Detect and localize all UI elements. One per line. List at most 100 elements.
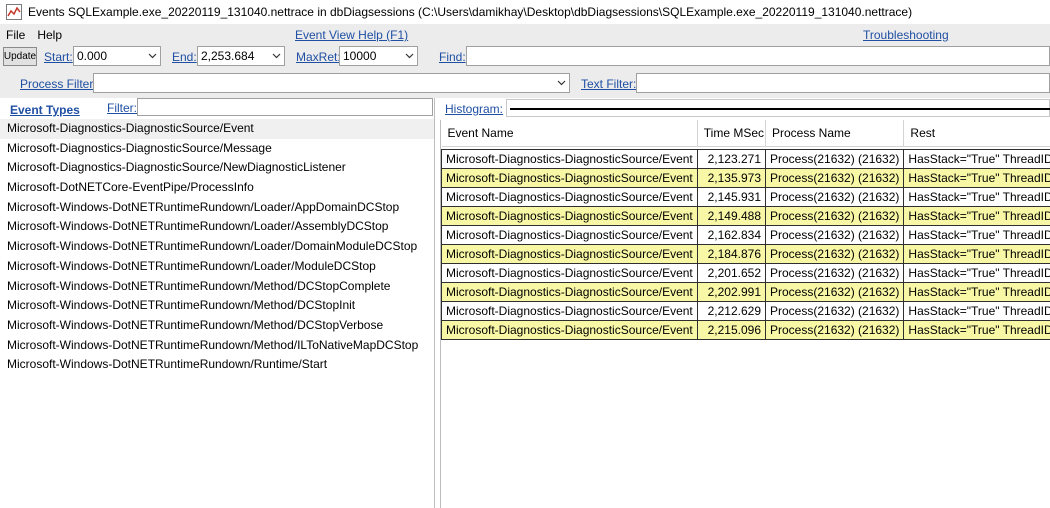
events-grid: Event Name Time MSec Process Name Rest M… bbox=[440, 120, 1050, 508]
cell-time-msec: 2,202.991 bbox=[696, 282, 767, 302]
column-header-time-msec[interactable]: Time MSec bbox=[697, 120, 767, 147]
cell-rest: HasStack="True" ThreadID="2 bbox=[903, 187, 1050, 207]
menu-file[interactable]: File bbox=[0, 26, 31, 44]
list-item[interactable]: Microsoft-Windows-DotNETRuntimeRundown/R… bbox=[0, 355, 434, 375]
event-view-help-link[interactable]: Event View Help (F1) bbox=[295, 28, 408, 42]
list-item[interactable]: Microsoft-Windows-DotNETRuntimeRundown/M… bbox=[0, 316, 434, 336]
cell-rest: HasStack="True" ThreadID="2 bbox=[903, 263, 1050, 283]
find-input[interactable] bbox=[466, 46, 1050, 66]
cell-rest: HasStack="True" ThreadID="2 bbox=[903, 149, 1050, 169]
text-filter-label[interactable]: Text Filter: bbox=[581, 77, 636, 91]
cell-rest: HasStack="True" ThreadID="2 bbox=[903, 320, 1050, 340]
cell-event-name: Microsoft-Diagnostics-DiagnosticSource/E… bbox=[441, 301, 698, 321]
cell-process-name: Process(21632) (21632) bbox=[764, 282, 905, 302]
cell-time-msec: 2,184.876 bbox=[696, 244, 767, 264]
column-header-event-name[interactable]: Event Name bbox=[441, 120, 698, 147]
window-title: Events SQLExample.exe_20220119_131040.ne… bbox=[28, 5, 913, 19]
update-button[interactable]: Update bbox=[3, 47, 37, 66]
list-item[interactable]: Microsoft-Windows-DotNETRuntimeRundown/L… bbox=[0, 217, 434, 237]
event-types-filter-input[interactable] bbox=[137, 98, 433, 116]
start-label[interactable]: Start: bbox=[44, 50, 73, 64]
cell-event-name: Microsoft-Diagnostics-DiagnosticSource/E… bbox=[441, 263, 698, 283]
histogram-label[interactable]: Histogram: bbox=[445, 102, 503, 116]
list-item[interactable]: Microsoft-Windows-DotNETRuntimeRundown/L… bbox=[0, 237, 434, 257]
list-item[interactable]: Microsoft-Windows-DotNETRuntimeRundown/M… bbox=[0, 296, 434, 316]
maxret-combo[interactable]: 10000 bbox=[339, 46, 418, 66]
cell-rest: HasStack="True" ThreadID="2 bbox=[903, 244, 1050, 264]
cell-event-name: Microsoft-Diagnostics-DiagnosticSource/E… bbox=[441, 149, 698, 169]
end-value: 2,253.684 bbox=[201, 49, 255, 63]
cell-process-name: Process(21632) (21632) bbox=[764, 244, 905, 264]
process-filter-label[interactable]: Process Filter: bbox=[20, 77, 97, 91]
cell-event-name: Microsoft-Diagnostics-DiagnosticSource/E… bbox=[441, 206, 698, 226]
event-types-list: Microsoft-Diagnostics-DiagnosticSource/E… bbox=[0, 119, 434, 375]
table-row[interactable]: Microsoft-Diagnostics-DiagnosticSource/E… bbox=[441, 187, 1050, 207]
cell-event-name: Microsoft-Diagnostics-DiagnosticSource/E… bbox=[441, 168, 698, 188]
cell-time-msec: 2,135.973 bbox=[696, 168, 767, 188]
table-row[interactable]: Microsoft-Diagnostics-DiagnosticSource/E… bbox=[441, 149, 1050, 169]
chevron-down-icon[interactable] bbox=[553, 80, 569, 86]
perfview-chart-icon bbox=[6, 4, 22, 20]
cell-rest: HasStack="True" ThreadID="2 bbox=[903, 168, 1050, 188]
cell-process-name: Process(21632) (21632) bbox=[764, 301, 905, 321]
cell-event-name: Microsoft-Diagnostics-DiagnosticSource/E… bbox=[441, 320, 698, 340]
column-header-process-name[interactable]: Process Name bbox=[765, 120, 905, 147]
maxret-label[interactable]: MaxRet: bbox=[296, 50, 341, 64]
menu-help[interactable]: Help bbox=[31, 26, 68, 44]
cell-time-msec: 2,162.834 bbox=[696, 225, 767, 245]
cell-process-name: Process(21632) (21632) bbox=[764, 263, 905, 283]
cell-event-name: Microsoft-Diagnostics-DiagnosticSource/E… bbox=[441, 225, 698, 245]
event-types-header[interactable]: Event Types bbox=[10, 103, 80, 117]
troubleshooting-link[interactable]: Troubleshooting bbox=[863, 28, 949, 42]
menu-bar: File Help bbox=[0, 26, 68, 44]
cell-event-name: Microsoft-Diagnostics-DiagnosticSource/E… bbox=[441, 244, 698, 264]
cell-time-msec: 2,201.652 bbox=[696, 263, 767, 283]
cell-rest: HasStack="True" ThreadID="2 bbox=[903, 206, 1050, 226]
find-label[interactable]: Find: bbox=[439, 50, 466, 64]
list-item[interactable]: Microsoft-Windows-DotNETRuntimeRundown/M… bbox=[0, 277, 434, 297]
chevron-down-icon[interactable] bbox=[401, 53, 417, 59]
table-row[interactable]: Microsoft-Diagnostics-DiagnosticSource/E… bbox=[441, 225, 1050, 245]
list-item[interactable]: Microsoft-Diagnostics-DiagnosticSource/M… bbox=[0, 139, 434, 159]
table-row[interactable]: Microsoft-Diagnostics-DiagnosticSource/E… bbox=[441, 206, 1050, 226]
event-types-filter-label[interactable]: Filter: bbox=[107, 101, 137, 115]
cell-rest: HasStack="True" ThreadID="2 bbox=[903, 225, 1050, 245]
table-row[interactable]: Microsoft-Diagnostics-DiagnosticSource/E… bbox=[441, 301, 1050, 321]
chevron-down-icon[interactable] bbox=[268, 53, 284, 59]
cell-process-name: Process(21632) (21632) bbox=[764, 149, 905, 169]
cell-time-msec: 2,212.629 bbox=[696, 301, 767, 321]
cell-rest: HasStack="True" ThreadID="2 bbox=[903, 282, 1050, 302]
list-item[interactable]: Microsoft-Windows-DotNETRuntimeRundown/L… bbox=[0, 198, 434, 218]
cell-event-name: Microsoft-Diagnostics-DiagnosticSource/E… bbox=[441, 187, 698, 207]
list-item[interactable]: Microsoft-Diagnostics-DiagnosticSource/E… bbox=[0, 119, 434, 139]
cell-event-name: Microsoft-Diagnostics-DiagnosticSource/E… bbox=[441, 282, 698, 302]
start-combo[interactable]: 0.000 bbox=[73, 46, 161, 66]
cell-time-msec: 2,145.931 bbox=[696, 187, 767, 207]
cell-process-name: Process(21632) (21632) bbox=[764, 187, 905, 207]
cell-rest: HasStack="True" ThreadID="2 bbox=[903, 301, 1050, 321]
chevron-down-icon[interactable] bbox=[144, 53, 160, 59]
end-combo[interactable]: 2,253.684 bbox=[197, 46, 285, 66]
table-row[interactable]: Microsoft-Diagnostics-DiagnosticSource/E… bbox=[441, 320, 1050, 340]
table-header-row: Event Name Time MSec Process Name Rest bbox=[441, 120, 1050, 147]
table-row[interactable]: Microsoft-Diagnostics-DiagnosticSource/E… bbox=[441, 282, 1050, 302]
cell-process-name: Process(21632) (21632) bbox=[764, 320, 905, 340]
list-item[interactable]: Microsoft-Diagnostics-DiagnosticSource/N… bbox=[0, 158, 434, 178]
maxret-value: 10000 bbox=[343, 49, 377, 63]
cell-time-msec: 2,215.096 bbox=[696, 320, 767, 340]
table-row[interactable]: Microsoft-Diagnostics-DiagnosticSource/E… bbox=[441, 244, 1050, 264]
cell-process-name: Process(21632) (21632) bbox=[764, 206, 905, 226]
start-value: 0.000 bbox=[77, 49, 108, 63]
column-header-rest[interactable]: Rest bbox=[903, 120, 1050, 147]
text-filter-input[interactable] bbox=[636, 73, 1050, 93]
end-label[interactable]: End: bbox=[172, 50, 197, 64]
list-item[interactable]: Microsoft-DotNETCore-EventPipe/ProcessIn… bbox=[0, 178, 434, 198]
table-row[interactable]: Microsoft-Diagnostics-DiagnosticSource/E… bbox=[441, 168, 1050, 188]
cell-time-msec: 2,123.271 bbox=[696, 149, 767, 169]
list-item[interactable]: Microsoft-Windows-DotNETRuntimeRundown/L… bbox=[0, 257, 434, 277]
process-filter-combo[interactable] bbox=[93, 73, 570, 93]
list-item[interactable]: Microsoft-Windows-DotNETRuntimeRundown/M… bbox=[0, 336, 434, 356]
histogram-bar bbox=[510, 108, 1050, 110]
cell-time-msec: 2,149.488 bbox=[696, 206, 767, 226]
table-row[interactable]: Microsoft-Diagnostics-DiagnosticSource/E… bbox=[441, 263, 1050, 283]
